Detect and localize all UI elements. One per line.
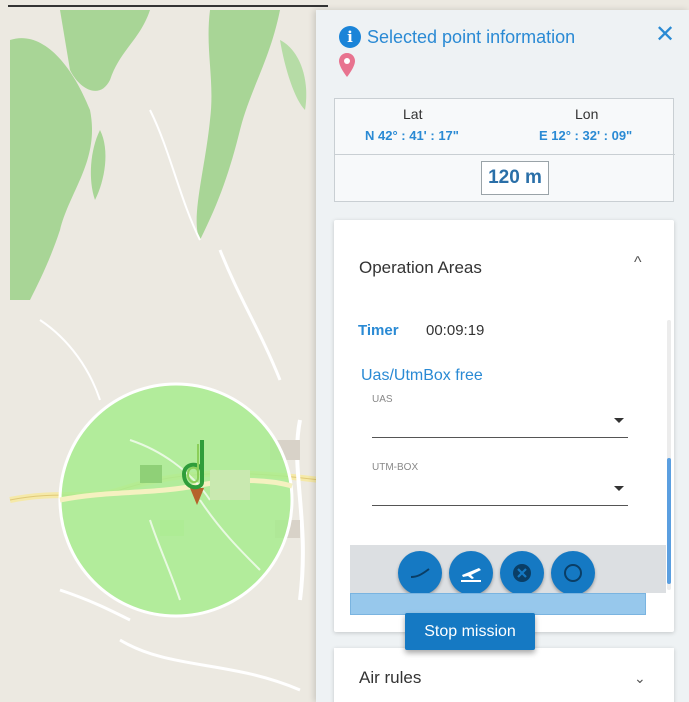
forest-area: [280, 40, 307, 110]
takeoff-icon: [461, 568, 481, 582]
lat-label: Lat: [403, 106, 423, 122]
utm-box-select[interactable]: [372, 478, 628, 506]
close-icon[interactable]: ✕: [655, 22, 675, 48]
forest-area: [196, 10, 280, 240]
operation-zone: [58, 382, 294, 618]
altitude-field[interactable]: 120 m: [481, 161, 549, 195]
coordinates-box: Lat Lon N 42° : 41' : 17" E 12° : 32' : …: [334, 98, 675, 202]
chevron-up-icon[interactable]: ^: [634, 254, 642, 272]
panel-header: i Selected point information ✕: [316, 10, 689, 90]
circle-icon: [564, 564, 582, 582]
timer-value: 00:09:19: [426, 322, 485, 339]
zone-building: [210, 470, 250, 500]
lon-value: E 12° : 32' : 09": [539, 128, 633, 143]
air-rules-card[interactable]: Air rules ⌄: [334, 648, 674, 702]
circle-button[interactable]: [551, 551, 595, 595]
timer-label: Timer: [358, 322, 399, 339]
air-rules-title[interactable]: Air rules: [359, 668, 421, 688]
lon-label: Lon: [575, 106, 599, 122]
road: [39, 319, 101, 401]
caret-down-icon: [614, 418, 624, 423]
lat-value: N 42° : 41' : 17": [365, 128, 459, 143]
flight-icon: [410, 568, 430, 578]
road: [149, 109, 201, 241]
cancel-icon: [513, 564, 531, 582]
chevron-down-icon[interactable]: ⌄: [634, 670, 646, 687]
forest-area: [90, 130, 106, 200]
utm-box-label: UTM-BOX: [372, 462, 419, 473]
mission-progress-bar: [350, 593, 646, 615]
operation-areas-title[interactable]: Operation Areas: [359, 258, 482, 278]
operation-areas-card: Operation Areas ^ Timer 00:09:19 Uas/Utm…: [334, 220, 674, 632]
uas-utmbox-title: Uas/UtmBox free: [361, 367, 483, 384]
uas-select[interactable]: [372, 410, 628, 438]
road: [218, 249, 282, 381]
uas-label: UAS: [372, 394, 393, 405]
takeoff-button[interactable]: [449, 551, 493, 595]
cancel-button[interactable]: [500, 551, 544, 595]
info-icon: i: [339, 26, 361, 48]
caret-down-icon: [614, 486, 624, 491]
zone-building: [140, 465, 162, 483]
panel-title: Selected point information: [367, 27, 576, 47]
coordinates-row: Lat Lon N 42° : 41' : 17" E 12° : 32' : …: [335, 99, 675, 155]
stop-mission-button[interactable]: Stop mission: [405, 613, 535, 650]
point-info-panel: i Selected point information ✕ Lat Lon N…: [316, 10, 689, 702]
scrollbar-thumb[interactable]: [667, 458, 671, 584]
road: [119, 638, 301, 692]
flight-button[interactable]: [398, 551, 442, 595]
location-pin-icon: [339, 53, 355, 77]
